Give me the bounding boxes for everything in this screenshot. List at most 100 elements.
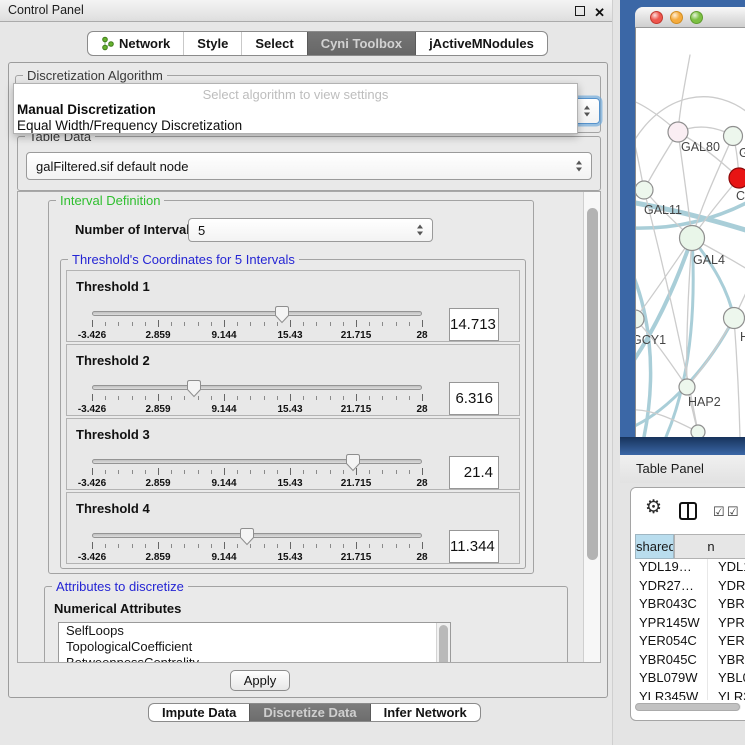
dropdown-option-equal-width-frequency-discretization[interactable]: Equal Width/Frequency Discretization — [17, 118, 574, 133]
network-frame-bottom — [620, 437, 745, 455]
tick-mark — [303, 322, 304, 326]
tick-mark — [422, 468, 423, 475]
tick-mark — [316, 396, 317, 400]
svg-text:GA: GA — [739, 146, 745, 160]
tick-mark — [316, 470, 317, 474]
table-row[interactable]: YDL19…YDL1 — [631, 559, 745, 578]
tick-label: 28 — [416, 330, 427, 341]
minimize-button[interactable] — [670, 11, 683, 24]
tick-label: 2.859 — [145, 330, 170, 341]
table-row[interactable]: YPR145WYPR1 — [631, 615, 745, 634]
threshold-value-box[interactable]: 14.713 — [449, 308, 499, 341]
cell-name: YLR3 — [718, 689, 745, 701]
threshold-slider[interactable]: -3.4262.8599.14415.4321.71528 — [92, 305, 422, 343]
tab-cyni-toolbox[interactable]: Cyni Toolbox — [307, 32, 415, 55]
dropdown-option-manual-discretization[interactable]: Manual Discretization — [17, 102, 574, 117]
threshold-panels: Threshold 1-3.4262.8599.14415.4321.71528… — [66, 270, 520, 568]
close-button[interactable] — [650, 11, 663, 24]
tick-mark — [211, 470, 212, 474]
slider-track[interactable] — [92, 385, 422, 390]
float-window-icon[interactable] — [575, 6, 585, 16]
tick-mark — [382, 322, 383, 326]
slider-track[interactable] — [92, 311, 422, 316]
close-icon[interactable]: ✕ — [594, 2, 605, 23]
tab-impute-data[interactable]: Impute Data — [149, 704, 249, 721]
attribute-item-betweennesscentrality[interactable]: BetweennessCentrality — [59, 655, 450, 663]
table-data-group: Table Data galFiltered.sif default node — [17, 136, 601, 191]
tab-discretize-data[interactable]: Discretize Data — [249, 704, 369, 721]
threshold-slider[interactable]: -3.4262.8599.14415.4321.71528 — [92, 379, 422, 417]
threshold-value-box[interactable]: 6.316 — [449, 382, 499, 415]
network-canvas[interactable]: GAL80GACGAL11GAL4GCY1HHAP2 — [636, 28, 745, 437]
tick-mark — [184, 470, 185, 474]
tick-mark — [184, 396, 185, 400]
tick-mark — [316, 322, 317, 326]
table-row[interactable]: YBL079WYBL0 — [631, 670, 745, 689]
slider-track[interactable] — [92, 533, 422, 538]
column-header-2[interactable]: n — [674, 534, 745, 559]
table-row[interactable]: YER054CYER0 — [631, 633, 745, 652]
scrollbar-thumb[interactable] — [587, 208, 598, 560]
tick-mark — [264, 470, 265, 474]
scrollbar-thumb[interactable] — [439, 625, 448, 663]
attribute-item-topologicalcoefficient[interactable]: TopologicalCoefficient — [59, 639, 450, 655]
threshold-slider[interactable]: -3.4262.8599.14415.4321.71528 — [92, 527, 422, 565]
tab-network[interactable]: Network — [88, 32, 183, 55]
cell-shared-name: YDL19… — [639, 559, 692, 574]
table-toolbar: ⚙ ☑ ☑ — [631, 488, 745, 534]
table-hscrollbar[interactable] — [635, 703, 741, 711]
tick-mark — [343, 470, 344, 474]
panel-splitter[interactable] — [612, 0, 620, 745]
attribute-item-selfloops[interactable]: SelfLoops — [59, 623, 450, 639]
slider-track[interactable] — [92, 459, 422, 464]
attributes-list-scrollbar[interactable] — [436, 623, 450, 663]
tick-mark — [118, 396, 119, 400]
tick-label: 21.715 — [341, 552, 372, 563]
split-columns-icon[interactable] — [679, 502, 697, 520]
table-panel-titlebar[interactable]: Table Panel — [620, 455, 745, 483]
tab-infer-network[interactable]: Infer Network — [370, 704, 480, 721]
cell-name: YER0 — [718, 633, 745, 648]
thresholds-legend: Threshold's Coordinates for 5 Intervals — [68, 252, 299, 267]
network-window-titlebar[interactable] — [635, 7, 745, 28]
tick-mark — [369, 470, 370, 474]
table-card: ⚙ ☑ ☑ shared…n YDL19…YDL1YDR27…YDR2YBR04… — [630, 487, 745, 721]
tick-mark — [303, 470, 304, 474]
gear-icon[interactable]: ⚙ — [645, 496, 662, 519]
threshold-value-box[interactable]: 21.4 — [449, 456, 499, 489]
threshold-value-box[interactable]: 11.344 — [449, 530, 499, 563]
num-intervals-combobox[interactable]: 5 — [188, 218, 433, 242]
numerical-attributes-label: Numerical Attributes — [54, 601, 181, 616]
tick-mark — [369, 544, 370, 548]
table-row[interactable]: YDR27…YDR2 — [631, 578, 745, 597]
svg-text:GAL11: GAL11 — [644, 203, 682, 217]
network-graph: GAL80GACGAL11GAL4GCY1HHAP2 — [636, 28, 745, 437]
attributes-list[interactable]: SelfLoopsTopologicalCoefficientBetweenne… — [58, 622, 451, 663]
checkbox-icon[interactable]: ☑ — [713, 504, 725, 520]
tab-select[interactable]: Select — [241, 32, 306, 55]
table-row[interactable]: YBR045CYBR0 — [631, 652, 745, 671]
table-row[interactable]: YBR043CYBR0 — [631, 596, 745, 615]
tab-style[interactable]: Style — [183, 32, 241, 55]
settings-scrollbar[interactable] — [583, 192, 600, 662]
zoom-button[interactable] — [690, 11, 703, 24]
tab-jactivemnodules[interactable]: jActiveMNodules — [415, 32, 547, 55]
tick-mark — [237, 544, 238, 548]
tick-mark — [382, 544, 383, 548]
attributes-legend: Attributes to discretize — [52, 579, 188, 594]
apply-button[interactable]: Apply — [230, 670, 290, 691]
threshold-slider[interactable]: -3.4262.8599.14415.4321.71528 — [92, 453, 422, 491]
tick-mark — [105, 470, 106, 474]
threshold-panel-threshold-3: Threshold 3-3.4262.8599.14415.4321.71528… — [66, 418, 520, 490]
tick-label: 2.859 — [145, 478, 170, 489]
tick-mark — [356, 320, 357, 327]
scrollbar-thumb[interactable] — [635, 703, 740, 711]
control-panel-titlebar[interactable]: Control Panel ✕ — [0, 0, 612, 22]
threshold-panel-threshold-1: Threshold 1-3.4262.8599.14415.4321.71528… — [66, 270, 520, 342]
column-header-1[interactable]: shared… — [635, 534, 674, 559]
table-data-combobox[interactable]: galFiltered.sif default node — [26, 152, 592, 180]
table-row[interactable]: YLR345WYLR3 — [631, 689, 745, 701]
tick-mark — [132, 322, 133, 326]
checkbox-icon[interactable]: ☑ — [727, 504, 739, 520]
control-panel-window: Control Panel ✕ NetworkStyleSelectCyni T… — [0, 0, 612, 745]
